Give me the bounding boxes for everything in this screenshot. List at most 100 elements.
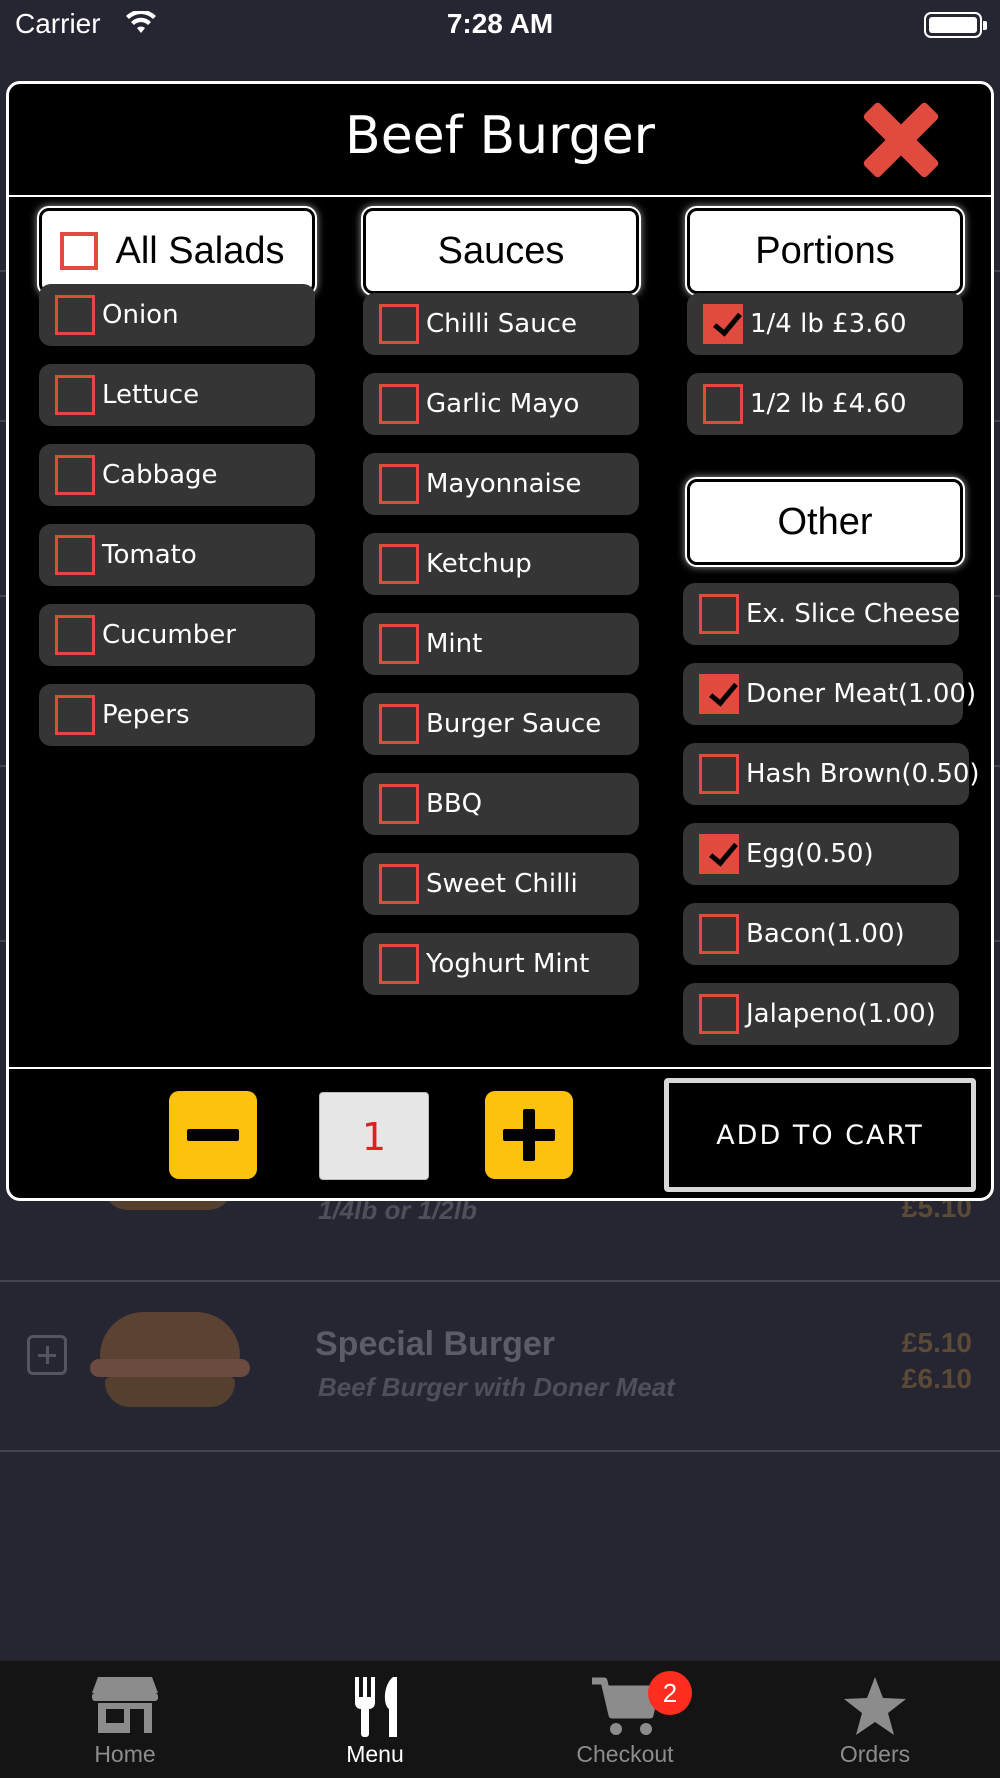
- add-to-cart-button[interactable]: ADD TO CART: [664, 1078, 976, 1192]
- checkbox-icon[interactable]: [379, 464, 419, 504]
- option-label: Garlic Mayo: [426, 389, 580, 419]
- checkbox-icon[interactable]: [379, 944, 419, 984]
- option-label: BBQ: [426, 789, 483, 819]
- tab-label: Menu: [346, 1741, 404, 1767]
- checkbox-icon[interactable]: [379, 624, 419, 664]
- status-time: 7:28 AM: [446, 8, 554, 39]
- menu-item-description: Beef Burger with Doner Meat: [318, 1372, 675, 1402]
- quantity-field[interactable]: 1: [319, 1092, 429, 1180]
- checkbox-icon[interactable]: [55, 695, 95, 735]
- checkbox-icon[interactable]: [59, 232, 98, 270]
- store-icon: [92, 1677, 158, 1733]
- header-divider: [9, 195, 991, 197]
- salads-header-label: All Salads: [115, 229, 285, 272]
- checkbox-icon[interactable]: [379, 544, 419, 584]
- other-option[interactable]: Jalapeno(1.00): [683, 983, 959, 1045]
- option-label: Cabbage: [102, 460, 218, 490]
- checkbox-icon[interactable]: [379, 864, 419, 904]
- tab-label: Home: [94, 1741, 156, 1767]
- checkbox-icon[interactable]: [699, 994, 739, 1034]
- menu-divider: [0, 1280, 1000, 1282]
- close-icon[interactable]: [861, 100, 941, 180]
- option-label: Ex. Slice Cheese: [746, 599, 961, 629]
- other-header: Other: [687, 479, 963, 565]
- star-icon: [844, 1677, 906, 1735]
- checkbox-icon[interactable]: [379, 704, 419, 744]
- tab-checkout[interactable]: 2 Checkout: [500, 1661, 750, 1778]
- checkbox-checked-icon[interactable]: [699, 834, 739, 874]
- status-bar: Carrier 7:28 AM: [0, 0, 1000, 50]
- modal-title: Beef Burger: [345, 106, 655, 166]
- tab-label: Orders: [839, 1741, 911, 1767]
- checkbox-icon[interactable]: [55, 295, 95, 335]
- option-label: Mint: [426, 629, 483, 659]
- sauces-option[interactable]: Mayonnaise: [363, 453, 639, 515]
- other-header-label: Other: [777, 500, 873, 543]
- sauces-option[interactable]: BBQ: [363, 773, 639, 835]
- salads-option[interactable]: Lettuce: [39, 364, 315, 426]
- option-label: Tomato: [102, 540, 197, 570]
- salads-option[interactable]: Tomato: [39, 524, 315, 586]
- other-option[interactable]: Hash Brown(0.50): [683, 743, 980, 805]
- sauces-option[interactable]: Ketchup: [363, 533, 639, 595]
- sauces-option[interactable]: Chilli Sauce: [363, 293, 639, 355]
- other-option[interactable]: Ex. Slice Cheese: [683, 583, 961, 645]
- checkbox-icon[interactable]: [55, 615, 95, 655]
- tab-home[interactable]: Home: [0, 1661, 250, 1778]
- other-option[interactable]: Bacon(1.00): [683, 903, 959, 965]
- option-label: Mayonnaise: [426, 469, 582, 499]
- checkbox-checked-icon[interactable]: [699, 674, 739, 714]
- option-label: Sweet Chilli: [426, 869, 578, 899]
- sauces-option[interactable]: Mint: [363, 613, 639, 675]
- checkbox-icon[interactable]: [55, 535, 95, 575]
- checkbox-icon[interactable]: [55, 375, 95, 415]
- add-icon[interactable]: [27, 1335, 67, 1375]
- salads-option[interactable]: Onion: [39, 284, 315, 346]
- all-salads-toggle[interactable]: All Salads: [39, 208, 315, 294]
- checkbox-icon[interactable]: [699, 594, 739, 634]
- checkbox-icon[interactable]: [699, 754, 739, 794]
- option-label: 1/2 lb £4.60: [750, 389, 907, 419]
- battery-icon: [924, 12, 987, 38]
- sauces-option[interactable]: Burger Sauce: [363, 693, 639, 755]
- tab-label: Checkout: [576, 1741, 674, 1767]
- tab-menu[interactable]: Menu: [250, 1661, 500, 1778]
- item-options-modal: Beef Burger All Salads Sauces Portions O…: [6, 81, 994, 1201]
- checkbox-icon[interactable]: [703, 384, 743, 424]
- sauces-option[interactable]: Garlic Mayo: [363, 373, 639, 435]
- option-label: Yoghurt Mint: [426, 949, 590, 979]
- cart-count-badge: 2: [648, 1671, 692, 1715]
- other-option[interactable]: Doner Meat(1.00): [683, 663, 976, 725]
- decrease-quantity-button[interactable]: [169, 1091, 257, 1179]
- checkbox-icon[interactable]: [699, 914, 739, 954]
- footer-divider: [9, 1067, 991, 1069]
- option-label: Bacon(1.00): [746, 919, 905, 949]
- other-option[interactable]: Egg(0.50): [683, 823, 959, 885]
- increase-quantity-button[interactable]: [485, 1091, 573, 1179]
- option-label: Onion: [102, 300, 179, 330]
- portions-header-label: Portions: [755, 229, 895, 272]
- option-label: Ketchup: [426, 549, 532, 579]
- portions-option[interactable]: 1/2 lb £4.60: [687, 373, 963, 435]
- option-label: Egg(0.50): [746, 839, 874, 869]
- checkbox-icon[interactable]: [55, 455, 95, 495]
- sauces-header: Sauces: [363, 208, 639, 294]
- option-label: 1/4 lb £3.60: [750, 309, 907, 339]
- checkbox-icon[interactable]: [379, 304, 419, 344]
- checkbox-checked-icon[interactable]: [703, 304, 743, 344]
- menu-item-name: Special Burger: [315, 1325, 555, 1363]
- tab-orders[interactable]: Orders: [750, 1661, 1000, 1778]
- checkbox-icon[interactable]: [379, 784, 419, 824]
- sauces-option[interactable]: Sweet Chilli: [363, 853, 639, 915]
- tab-bar: Home Menu 2 Checkout Orders: [0, 1660, 1000, 1778]
- menu-item[interactable]: Special Burger Beef Burger with Doner Me…: [0, 1285, 1000, 1455]
- salads-option[interactable]: Cucumber: [39, 604, 315, 666]
- option-label: Lettuce: [102, 380, 200, 410]
- portions-option[interactable]: 1/4 lb £3.60: [687, 293, 963, 355]
- option-label: Pepers: [102, 700, 190, 730]
- salads-option[interactable]: Pepers: [39, 684, 315, 746]
- sauces-option[interactable]: Yoghurt Mint: [363, 933, 639, 995]
- salads-option[interactable]: Cabbage: [39, 444, 315, 506]
- checkbox-icon[interactable]: [379, 384, 419, 424]
- menu-item-price: £6.10: [901, 1363, 972, 1394]
